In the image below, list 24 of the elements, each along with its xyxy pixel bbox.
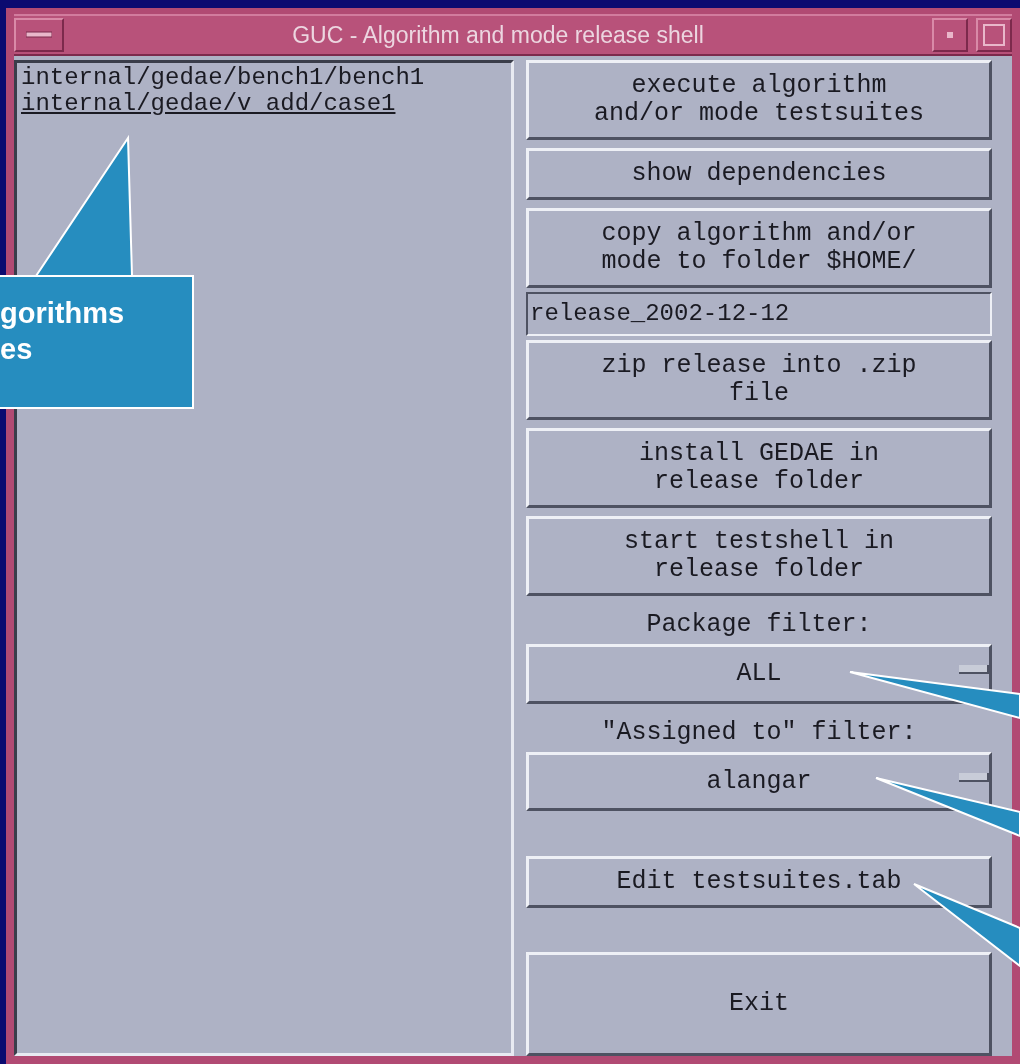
- action-button[interactable]: copy algorithm and/or mode to folder $HOME/: [526, 208, 992, 288]
- callout-box: gorithms es: [0, 275, 194, 409]
- filter-label: Package filter:: [645, 610, 873, 640]
- filter-dropdown[interactable]: alangar: [526, 751, 992, 811]
- exit-button[interactable]: Exit: [526, 952, 992, 1056]
- minimize-button[interactable]: [932, 18, 968, 52]
- action-button[interactable]: show dependencies: [526, 148, 992, 200]
- window-title: GUC - Algorithm and mode release shell: [291, 20, 705, 50]
- action-button[interactable]: zip release into .zip file: [526, 340, 992, 420]
- action-button[interactable]: start testshell in release folder: [526, 516, 992, 596]
- dash-icon: [26, 31, 52, 39]
- filter-label: "Assigned to" filter:: [600, 717, 918, 748]
- testsuite-item[interactable]: internal/gedae/bench1/bench1: [21, 65, 507, 91]
- folder-field[interactable]: release_2002-12-12: [526, 292, 992, 336]
- option-menu-icon: [959, 665, 989, 674]
- action-button[interactable]: Edit testsuites.tab: [526, 855, 992, 908]
- option-menu-icon: [959, 772, 989, 782]
- square-icon: [983, 24, 1005, 46]
- maximize-button[interactable]: [976, 18, 1012, 52]
- action-button[interactable]: install GEDAE in release folder: [526, 428, 992, 508]
- testsuite-item[interactable]: internal/gedae/v add/case1: [21, 91, 507, 117]
- action-button[interactable]: execute algorithm and/or mode testsuites: [526, 60, 992, 140]
- window-menu-button[interactable]: [14, 18, 64, 52]
- filter-dropdown[interactable]: ALL: [526, 644, 992, 704]
